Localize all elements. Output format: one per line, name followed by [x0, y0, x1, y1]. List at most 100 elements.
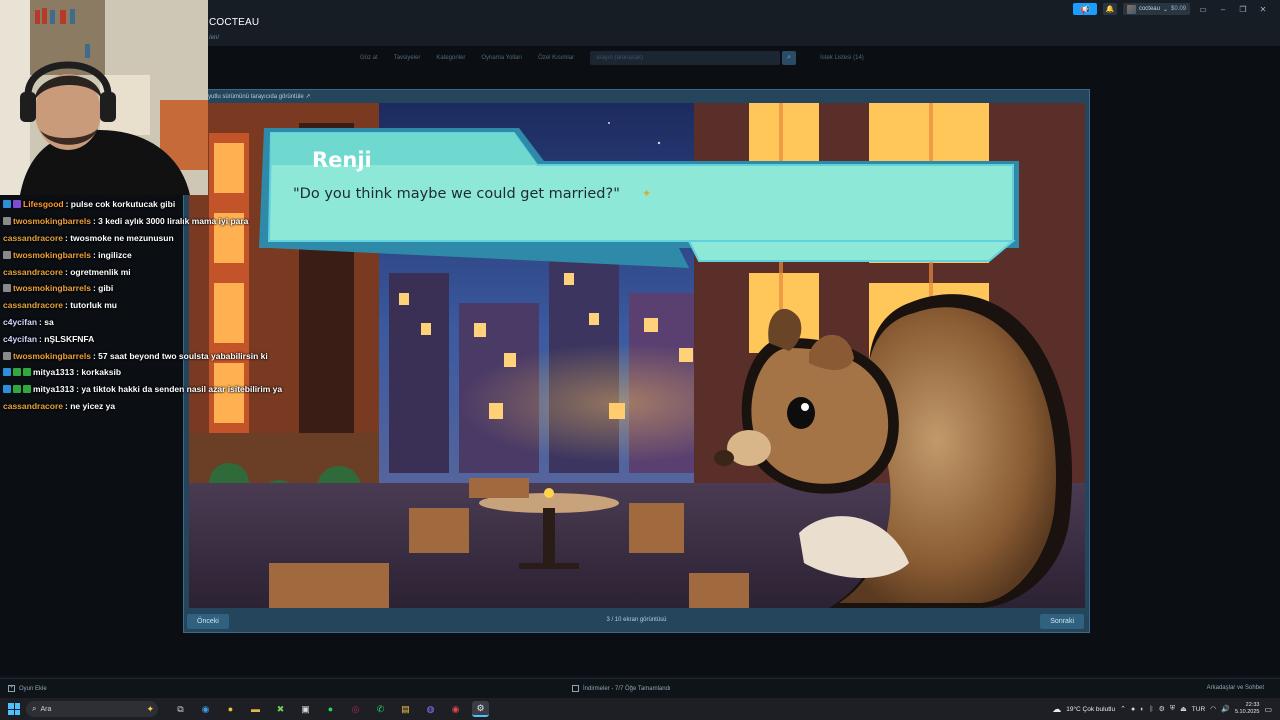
chat-message-text: : nŞLSKFNFA	[39, 333, 95, 344]
notification-icon[interactable]: ▭	[1264, 705, 1272, 714]
chat-badge-icon	[23, 368, 31, 377]
chat-message-text: : ogretmenlik mi	[65, 266, 131, 277]
chat-badge-icon	[13, 200, 21, 209]
nav-recommendations[interactable]: Tavsiyeler	[394, 55, 421, 61]
chat-badge-icon	[13, 368, 21, 377]
steam-icon[interactable]: ⚙	[472, 701, 489, 717]
copilot-icon: ✦	[146, 703, 154, 714]
twitch-chat-overlay: Lifesgood: pulse cok korkutucak gibi twos…	[0, 196, 300, 414]
xbox-icon[interactable]: ✖	[272, 701, 289, 717]
store-search-input[interactable]: arayın (aranacak)	[590, 51, 781, 65]
chevron-up-icon[interactable]: ⌃	[1120, 705, 1126, 713]
nav-special-sections[interactable]: Özel Kısımlar	[538, 55, 574, 61]
chat-message-text: : sa	[39, 316, 54, 327]
maximize-icon[interactable]: ❐	[1236, 5, 1250, 14]
search-icon[interactable]: ⌕	[782, 51, 797, 65]
chat-message: twosmokingbarrels: 3 kedi aylık 3000 lir…	[0, 213, 300, 230]
store-navbar: Göz at Tavsiyeler Kategoriler Oynama Yol…	[360, 50, 920, 66]
windows-taskbar: ⌕ Ara ✦ ⧉ ◉ ● ▬ ✖ ▣ ● ◎ ✆ ▤ ◍ ◉ ⚙ ☁ 19°C…	[0, 698, 1280, 720]
system-tray: ☁ 19°C Çok bulutlu ⌃ ● ◐ ᛒ ⚙ ⛨ ⏏ TUR ◠ 🔊…	[1052, 701, 1272, 717]
chat-message-text: : 57 saat beyond two soulsta yababilirsi…	[92, 350, 268, 361]
chat-message-text: : 3 kedi aylık 3000 liralık mama iyi par…	[92, 216, 249, 227]
recorder-icon[interactable]: ◉	[447, 701, 464, 717]
bell-icon[interactable]: 🔔	[1102, 3, 1117, 15]
file-explorer-icon[interactable]: ▬	[247, 701, 264, 717]
terminal-icon[interactable]: ▣	[297, 701, 314, 717]
add-game-label: Oyun Ekle	[19, 685, 47, 692]
chat-message: cassandracore: ogretmenlik mi	[0, 263, 300, 280]
chat-badge-icon	[3, 385, 11, 394]
chat-username: cassandracore	[3, 266, 64, 277]
chat-username: mitya1313	[33, 384, 75, 395]
streamer-camera	[0, 0, 208, 195]
nav-categories[interactable]: Kategoriler	[436, 55, 465, 61]
chat-message: cassandracore: tutorluk mu	[0, 297, 300, 314]
edge-icon[interactable]: ◉	[197, 701, 214, 717]
chat-message: mitya1313: korkaksib	[0, 364, 300, 381]
webcam-overlay	[0, 0, 208, 195]
next-button[interactable]: Sonraki	[1040, 614, 1084, 629]
steam-bottom-bar: + Oyun Ekle İndirmeler - 7/7 Öğe Tamamla…	[0, 678, 1280, 698]
downloads-label: İndirmeler - 7/7 Öğe Tamamlandı	[583, 685, 671, 692]
chat-badge-icon	[3, 351, 11, 360]
chat-username: twosmokingbarrels	[13, 216, 91, 227]
windows-start-icon[interactable]	[8, 703, 20, 715]
clock[interactable]: 22:33 5.10.2025	[1235, 702, 1259, 716]
chat-badge-icon	[13, 385, 21, 394]
weather-label[interactable]: 19°C Çok bulutlu	[1066, 706, 1115, 713]
bluetooth-icon[interactable]: ᛒ	[1149, 706, 1153, 713]
wifi-icon[interactable]: ◠	[1210, 705, 1216, 713]
wishlist-link[interactable]: İstek Listesi (14)	[820, 55, 864, 61]
chat-message: twosmokingbarrels: gibi	[0, 280, 300, 297]
obs-icon[interactable]: ◍	[422, 701, 439, 717]
speaker-name: Renji	[312, 148, 372, 172]
chat-message-text: : ne yicez ya	[65, 400, 116, 411]
task-view-icon[interactable]: ⧉	[172, 701, 189, 717]
steam-tray-icon[interactable]: ⚙	[1159, 705, 1165, 713]
taskbar-search-placeholder: Ara	[40, 705, 52, 713]
chat-message-text: : gibi	[92, 283, 114, 294]
friends-chat-button[interactable]: Arkadaşlar ve Sohbet	[1207, 685, 1264, 691]
add-game-button[interactable]: + Oyun Ekle	[8, 685, 47, 692]
chat-username: cassandracore	[3, 300, 64, 311]
close-icon[interactable]: ✕	[1256, 5, 1270, 14]
taskbar-search-input[interactable]: ⌕ Ara ✦	[26, 701, 158, 717]
whatsapp-icon[interactable]: ✆	[372, 701, 389, 717]
megaphone-icon[interactable]: 📢	[1072, 3, 1097, 15]
tray-app-icon[interactable]: ●	[1131, 706, 1135, 713]
chat-message-text: : korkaksib	[76, 367, 122, 378]
titlebar-controls: 📢 🔔 cocteau ⌄ $0.09 ▭ – ❐ ✕	[1072, 2, 1280, 16]
spotify-icon[interactable]: ●	[322, 701, 339, 717]
chat-message-text: : pulse cok korkutucak gibi	[65, 199, 176, 210]
chat-username: cassandracore	[3, 232, 64, 243]
monitor-icon[interactable]: ▭	[1196, 5, 1210, 14]
shield-icon[interactable]: ⛨	[1170, 705, 1175, 713]
chat-message-text: : ya tiktok hakki da senden nasil azar i…	[76, 384, 283, 395]
view-in-browser-link[interactable]: yutlu sürümünü tarayıcıda görüntüle ↗	[208, 93, 310, 100]
nav-browse[interactable]: Göz at	[360, 55, 378, 61]
dialogue-text: "Do you think maybe we could get married…	[293, 186, 620, 202]
minimize-icon[interactable]: –	[1216, 5, 1230, 14]
discord-icon[interactable]: ◐	[1140, 706, 1144, 713]
screenshot-image[interactable]: Renji "Do you think maybe we could get m…	[189, 103, 1085, 608]
username: cocteau	[1138, 6, 1160, 12]
chat-username: cassandracore	[3, 400, 64, 411]
chat-badge-icon	[3, 368, 11, 377]
time: 22:33	[1245, 702, 1260, 708]
weather-cloud-icon[interactable]: ☁	[1052, 704, 1061, 715]
app-icon[interactable]: ◎	[347, 701, 364, 717]
chat-message: c4ycifan: nŞLSKFNFA	[0, 330, 300, 347]
notes-icon[interactable]: ▤	[397, 701, 414, 717]
downloads-status[interactable]: İndirmeler - 7/7 Öğe Tamamlandı	[572, 685, 671, 692]
account-menu[interactable]: cocteau ⌄ $0.09	[1122, 3, 1190, 15]
nav-ways-to-play[interactable]: Oynama Yolları	[481, 55, 522, 61]
chat-message: cassandracore: twosmoke ne mezunusun	[0, 230, 300, 247]
app-title: COCTEAU	[209, 17, 260, 28]
usb-icon[interactable]: ⏏	[1180, 705, 1187, 713]
chat-badge-icon	[23, 385, 31, 394]
chrome-icon[interactable]: ●	[222, 701, 239, 717]
volume-icon[interactable]: 🔊	[1221, 705, 1230, 713]
chat-message-text: : tutorluk mu	[65, 300, 117, 311]
chat-username: c4ycifan	[3, 333, 38, 344]
language-indicator[interactable]: TUR	[1192, 706, 1205, 713]
